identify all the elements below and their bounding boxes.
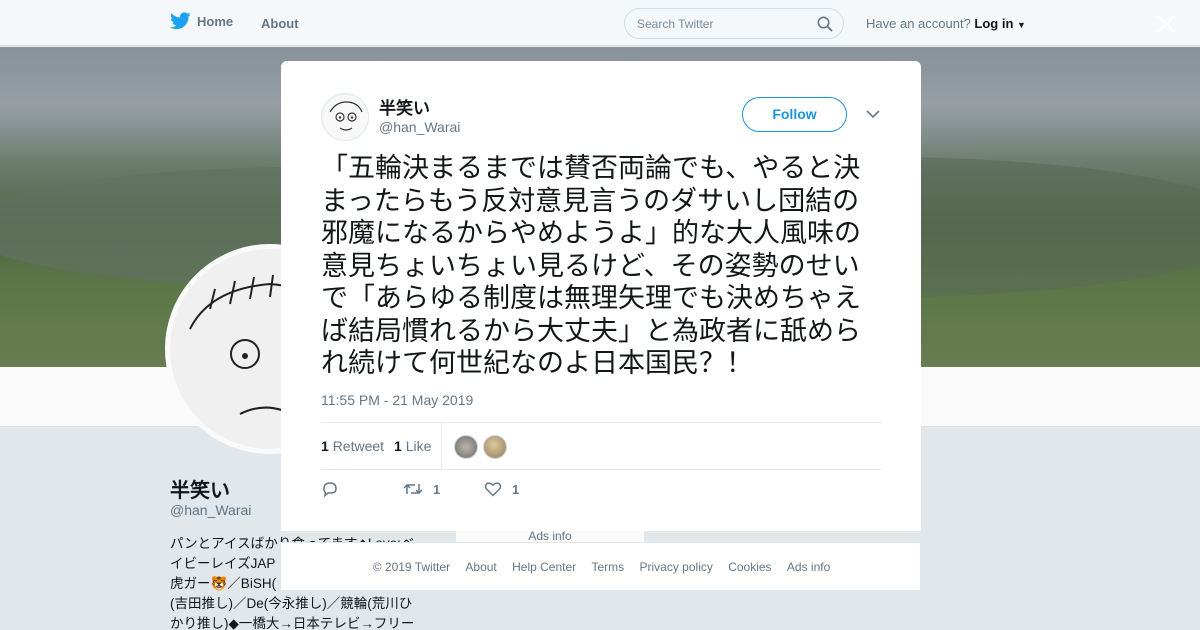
- close-icon[interactable]: [1156, 14, 1176, 34]
- retweet-label: Retweet: [332, 438, 385, 454]
- tweet-text: 「五輪決まるまでは賛否両論でも、やると決 まったらもう反対意見言うのダサいし団結…: [321, 153, 886, 381]
- tweet-timestamp[interactable]: 11:55 PM - 21 May 2019: [321, 392, 473, 408]
- search-placeholder: Search Twitter: [637, 17, 714, 31]
- reply-button[interactable]: [321, 481, 339, 497]
- login-link[interactable]: Log in: [974, 16, 1013, 31]
- footer-link-about[interactable]: About: [465, 560, 496, 574]
- account-prompt-text: Have an account?: [866, 16, 971, 31]
- tweet-stats: 1 Retweet 1 Like: [321, 422, 881, 470]
- tweet-text-line: まったらもう反対意見言うのダサいし団結の: [321, 185, 860, 217]
- avatar-face-icon: [323, 95, 368, 140]
- heart-icon: [484, 482, 502, 497]
- tweet-text-line: 意見ちょいちょい見るけど、その姿勢のせい: [321, 250, 860, 282]
- liker-avatar[interactable]: [454, 435, 478, 459]
- retweet-count: 1: [321, 438, 329, 454]
- modal-footer: © 2019 Twitter About Help Center Terms P…: [280, 542, 921, 591]
- footer-copyright: © 2019 Twitter: [372, 560, 451, 574]
- reply-icon: [323, 482, 337, 497]
- tweet-text-line: ば結局慣れるから大丈夫」と為政者に舐めら: [321, 315, 861, 347]
- retweet-count-link[interactable]: 1 Retweet: [321, 438, 384, 454]
- twitter-bird-icon: [170, 12, 191, 30]
- retweet-button[interactable]: 1: [403, 481, 440, 497]
- footer-links: © 2019 Twitter About Help Center Terms P…: [281, 560, 922, 574]
- like-count-link[interactable]: 1 Like: [394, 438, 431, 454]
- like-action-count: 1: [512, 481, 520, 497]
- nav-home-link[interactable]: Home: [170, 12, 233, 30]
- top-nav-bar: Home About Search Twitter Have an accoun…: [0, 0, 1200, 46]
- chevron-down-icon[interactable]: ▼: [1017, 20, 1026, 30]
- tweet-text-line: で「あらゆる制度は無理矢理でも決めちゃえ: [321, 283, 861, 314]
- footer-link-ads-info[interactable]: Ads info: [787, 560, 830, 574]
- footer-link-privacy[interactable]: Privacy policy: [640, 560, 713, 574]
- like-count: 1: [394, 438, 402, 454]
- follow-button[interactable]: Follow: [742, 97, 847, 132]
- author-name[interactable]: 半笑い: [379, 94, 430, 119]
- retweet-icon: [403, 483, 423, 495]
- footer-link-terms[interactable]: Terms: [591, 560, 624, 574]
- account-prompt: Have an account? Log in ▼: [866, 16, 1026, 31]
- retweet-action-count: 1: [433, 481, 441, 497]
- nav-home-label: Home: [197, 13, 234, 29]
- tweet-text-line: れ続けて何世紀なのよ日本国民？！: [321, 348, 753, 379]
- like-button[interactable]: 1: [484, 481, 519, 497]
- like-label: Like: [405, 438, 432, 454]
- author-handle[interactable]: @han_Warai: [379, 119, 460, 135]
- tweet-text-line: 邪魔になるからやめようよ」的な大人風味の: [321, 218, 861, 249]
- search-input[interactable]: Search Twitter: [624, 8, 844, 39]
- tweet-text-line: 「五輪決まるまでは賛否両論でも、やると決: [321, 153, 861, 184]
- chevron-down-icon[interactable]: [866, 108, 880, 120]
- stats-divider: [441, 423, 442, 470]
- tweet-modal: 半笑い @han_Warai Follow 「五輪決まるまでは賛否両論でも、やる…: [281, 61, 921, 531]
- search-icon[interactable]: [817, 16, 833, 32]
- footer-link-cookies[interactable]: Cookies: [728, 560, 771, 574]
- liker-avatar[interactable]: [483, 435, 507, 459]
- nav-about-link[interactable]: About: [261, 16, 299, 31]
- author-avatar[interactable]: [321, 93, 369, 141]
- footer-link-help-center[interactable]: Help Center: [512, 560, 576, 574]
